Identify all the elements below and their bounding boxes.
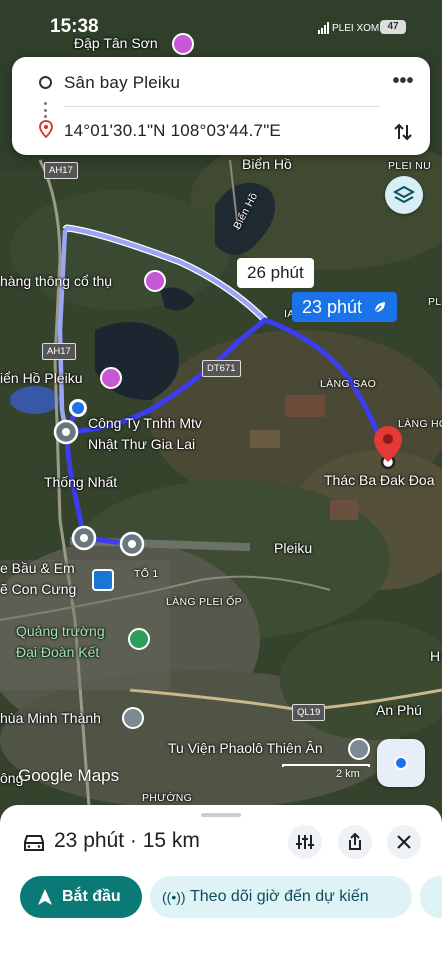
tune-icon [296,835,314,849]
status-carrier: PLEI XOM [332,23,380,34]
my-location-icon [394,756,408,770]
destination-row[interactable]: 14°01'30.1"N 108°03'44.7"E [12,110,430,150]
route-card: Sân bay Pleiku ••• 14°01'30.1"N 108°03'4… [12,57,430,155]
start-button-label: Bắt đầu [62,888,121,905]
alt-route-time-label[interactable]: 26 phút [237,258,314,288]
destination-field[interactable]: 14°01'30.1"N 108°03'44.7"E [64,121,281,141]
origin-field[interactable]: Sân bay Pleiku [64,73,180,93]
bottom-sheet: 23 phút · 15 km Bắt đầu ((•)) Theo dõi g… [0,805,442,960]
track-eta-button[interactable]: ((•)) Theo dõi giờ đến dự kiến [150,876,412,918]
route-summary: 23 phút · 15 km [54,829,200,852]
navigation-arrow-icon [38,889,52,905]
google-maps-logo: Google Maps [18,766,120,785]
close-icon [397,835,411,849]
swap-icon[interactable] [390,119,416,145]
layers-icon [392,185,416,204]
battery-icon: 47 [380,20,406,34]
scale-bar [282,764,370,767]
my-location-button[interactable] [377,739,425,787]
main-route-time-text: 23 phút [302,297,363,317]
destination-pin-icon[interactable] [372,424,404,464]
broadcast-icon: ((•)) [162,889,186,905]
leaf-icon [373,293,387,313]
main-route-time-label[interactable]: 23 phút [292,292,398,322]
start-button[interactable]: Bắt đầu [20,876,142,918]
status-time: 15:38 [50,16,99,37]
close-button[interactable] [387,825,421,859]
more-options-icon[interactable]: ••• [390,70,416,96]
signal-icon [318,22,329,34]
scale-label: 2 km [336,768,360,780]
more-chip-button[interactable] [420,876,442,918]
divider [64,106,380,107]
layers-button[interactable] [385,176,423,214]
origin-circle-icon [39,76,52,89]
share-icon [349,832,361,850]
origin-row[interactable]: Sân bay Pleiku ••• [12,62,430,102]
destination-pin-icon [39,120,53,138]
track-eta-label: Theo dõi giờ đến dự kiến [190,888,369,905]
route-options-button[interactable] [288,825,322,859]
car-icon [24,835,44,851]
sheet-drag-handle[interactable] [201,813,241,817]
share-button[interactable] [338,825,372,859]
status-bar: 15:38 PLEI XOM 47 [0,14,442,40]
